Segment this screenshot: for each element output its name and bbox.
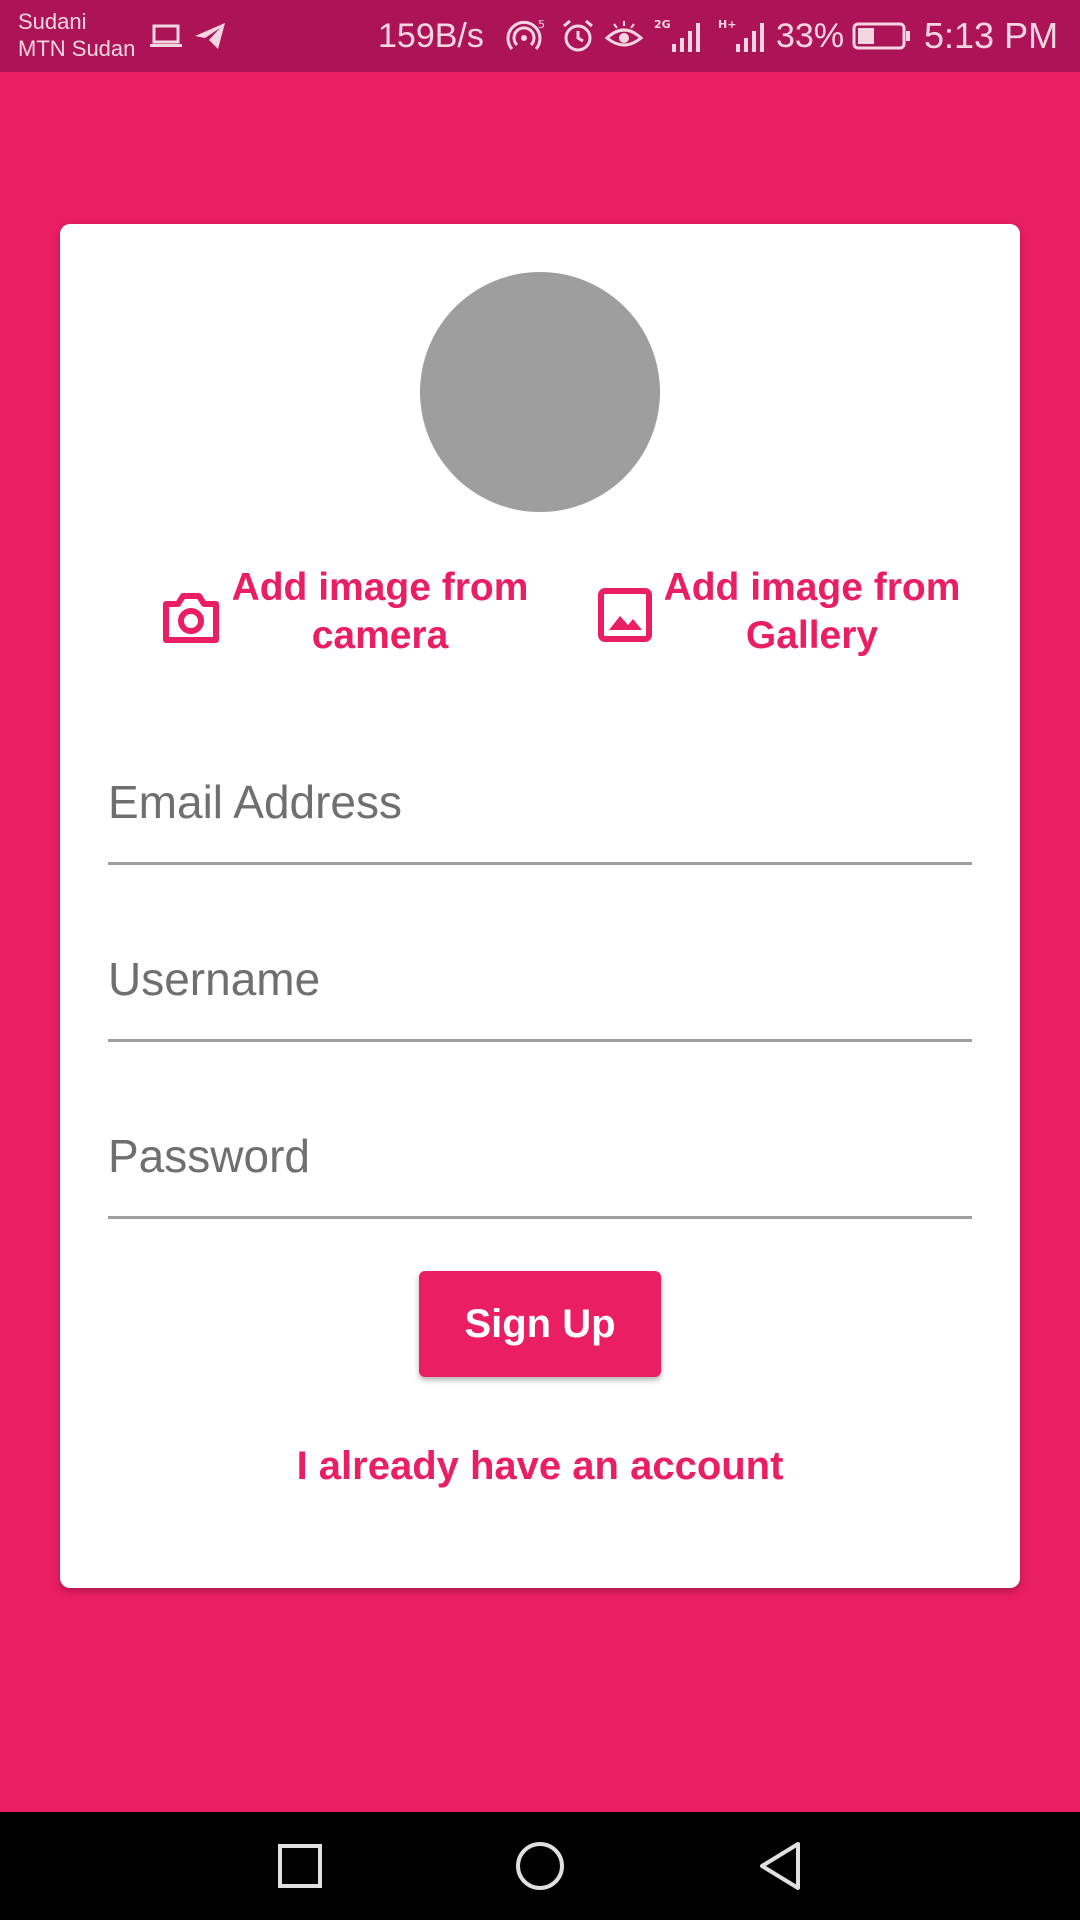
avatar[interactable] (420, 272, 660, 512)
add-image-gallery-button[interactable]: Add image from Gallery (596, 564, 996, 664)
email-placeholder: Email Address (108, 776, 403, 828)
already-have-account-link[interactable]: I already have an account (60, 1442, 1020, 1490)
carrier-name: Sudani MTN Sudan (18, 8, 135, 62)
signup-button[interactable]: Sign Up (419, 1271, 661, 1377)
clock: 5:13 PM (924, 15, 1059, 56)
password-placeholder: Password (108, 1130, 310, 1182)
hotspot-icon: 5 (506, 18, 545, 50)
recents-square-icon[interactable] (270, 1836, 330, 1896)
navigation-bar (0, 1812, 1080, 1920)
battery-icon (852, 22, 910, 50)
status-bar: Sudani MTN Sudan 159B/s 5 2G H+ 33% 5:13… (0, 0, 1080, 72)
signup-card: Add image from camera Add image from Gal… (60, 224, 1020, 1588)
home-circle-icon[interactable] (510, 1836, 570, 1896)
laptop-icon (150, 24, 182, 47)
eye-icon (604, 21, 644, 47)
telegram-icon (195, 23, 225, 49)
add-image-camera-button[interactable]: Add image from camera (160, 564, 580, 664)
alarm-icon (563, 19, 593, 52)
camera-icon (163, 593, 219, 643)
email-field[interactable]: Email Address (108, 752, 972, 865)
carrier-line-2: MTN Sudan (18, 36, 136, 61)
signal-2g-icon: 2G (654, 18, 700, 52)
password-field[interactable]: Password (108, 1106, 972, 1219)
gallery-image-icon (598, 588, 652, 642)
back-triangle-icon[interactable] (750, 1836, 810, 1896)
username-placeholder: Username (108, 953, 321, 1005)
add-image-camera-label: Add image from camera (231, 566, 529, 657)
svg-text:H+: H+ (718, 18, 736, 31)
carrier-line-1: Sudani (18, 9, 87, 34)
add-image-gallery-label: Add image from Gallery (663, 566, 961, 657)
network-speed: 159B/s (378, 17, 484, 55)
username-field[interactable]: Username (108, 929, 972, 1042)
signal-h-icon: H+ (718, 18, 764, 52)
svg-text:2G: 2G (654, 18, 671, 31)
battery-percentage: 33% (776, 17, 845, 55)
svg-text:5: 5 (538, 18, 545, 31)
